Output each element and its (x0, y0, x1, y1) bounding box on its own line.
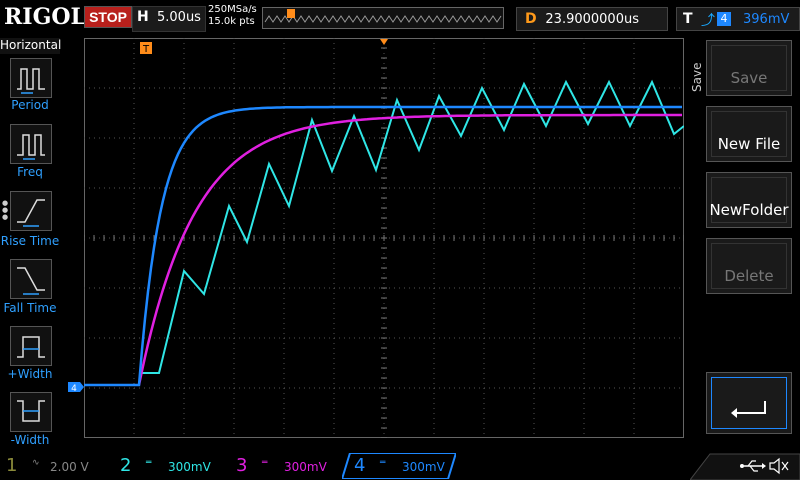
measure-menu: Horizontal Period Freq ● ● ● Rise Time Fal… (0, 38, 62, 452)
trigger-position-icon (287, 9, 295, 18)
horizontal-timebase[interactable]: H 5.00us (132, 6, 206, 32)
new-folder-button[interactable]: NewFolder (706, 172, 792, 228)
page-dots: ● ● ● (2, 199, 9, 221)
rising-edge-icon: ⤴ (701, 13, 715, 29)
trigger-display[interactable]: T ⤴ 4 396mV (676, 7, 800, 31)
trigger-label: T (683, 11, 693, 27)
channel4-status[interactable]: 4 ═ 300mV (342, 453, 458, 479)
waveform-display[interactable] (83, 37, 685, 439)
delay-label: D (525, 11, 537, 27)
top-status-bar: RIGOL STOP H 5.00us 250MSa/s 15.0k pts D… (0, 0, 800, 36)
run-stop-indicator[interactable]: STOP (84, 6, 132, 28)
neg-width-button[interactable] (10, 392, 52, 432)
memory-depth: 15.0k pts (208, 16, 255, 27)
rise-time-icon (17, 199, 45, 227)
channel-bar: 1 ∿ 2.00 V 2 ═ 300mV 3 ═ 300mV 4 ═ 300mV (0, 452, 800, 480)
neg-width-icon (17, 400, 45, 422)
timebase-value: 5.00us (157, 10, 201, 25)
enter-return-icon (731, 401, 766, 418)
period-icon (17, 68, 45, 94)
rise-time-label: Rise Time (0, 234, 60, 248)
delay-value: 23.9000000us (545, 12, 639, 27)
period-label: Period (11, 98, 49, 112)
dc-coupling-icon: ═ (380, 458, 386, 468)
status-area (690, 453, 800, 480)
sample-rate: 250MSa/s (208, 4, 257, 15)
menu-title: Horizontal (0, 38, 62, 54)
ac-coupling-icon: ∿ (32, 458, 40, 468)
fall-time-label: Fall Time (3, 301, 57, 315)
delay-display[interactable]: D 23.9000000us (516, 7, 668, 31)
new-file-button[interactable]: New File (706, 106, 792, 162)
pos-width-icon (17, 336, 45, 358)
freq-icon (17, 134, 45, 160)
neg-width-label: -Width (10, 433, 50, 447)
enter-button[interactable] (706, 372, 792, 434)
delete-button[interactable]: Delete (706, 238, 792, 294)
horizontal-label: H (137, 9, 149, 25)
dc-coupling-icon: ═ (146, 458, 152, 468)
freq-label: Freq (17, 165, 43, 179)
save-button[interactable]: Save (706, 40, 792, 96)
rise-time-button[interactable] (10, 191, 52, 231)
brand-logo: RIGOL (4, 4, 86, 30)
trigger-source: 4 (717, 12, 731, 26)
sample-info: 250MSa/s 15.0k pts (208, 4, 257, 28)
period-button[interactable] (10, 58, 52, 98)
pos-width-label: +Width (7, 367, 53, 381)
channel4-ground-marker: 4 (68, 382, 84, 394)
memory-position-strip (262, 7, 504, 29)
fall-time-button[interactable] (10, 259, 52, 299)
freq-button[interactable] (10, 124, 52, 164)
dc-coupling-icon: ═ (262, 458, 268, 468)
channel2-status[interactable]: 2 ═ 300mV (114, 454, 226, 478)
channel1-status[interactable]: 1 ∿ 2.00 V (0, 454, 112, 478)
trigger-level-value: 396mV (743, 12, 790, 27)
waveform-grid (83, 37, 685, 439)
waveform-overview (264, 9, 502, 23)
save-menu-title: Save (690, 62, 704, 92)
channel3-status[interactable]: 3 ═ 300mV (230, 454, 342, 478)
svg-text:4: 4 (71, 384, 77, 394)
fall-time-icon (17, 267, 45, 295)
pos-width-button[interactable] (10, 326, 52, 366)
